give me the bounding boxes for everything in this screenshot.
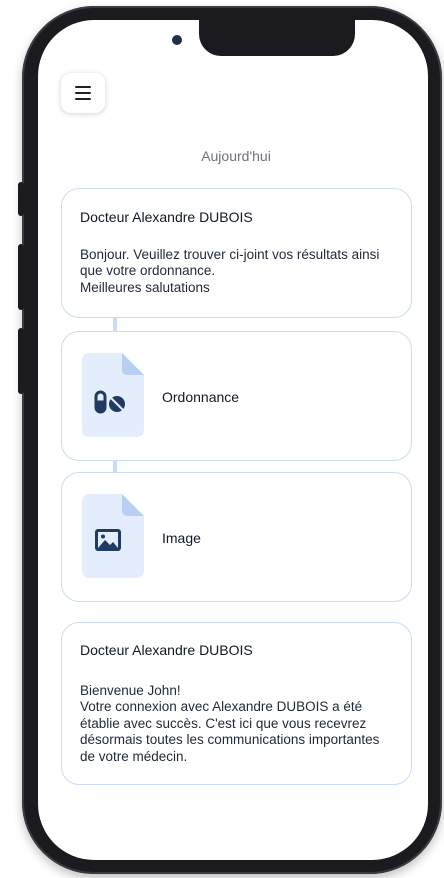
message-sender: Docteur Alexandre DUBOIS (80, 209, 253, 225)
attachment-card-image[interactable]: Image (61, 472, 412, 602)
front-camera (172, 35, 182, 45)
message-card[interactable]: Docteur Alexandre DUBOIS Bonjour. Veuill… (61, 188, 412, 318)
message-card[interactable]: Docteur Alexandre DUBOIS Bienvenue John!… (61, 622, 412, 785)
side-button-mute (18, 182, 24, 216)
menu-button[interactable] (61, 73, 105, 113)
attachment-label: Image (162, 530, 201, 546)
timeline-connector (113, 318, 117, 332)
side-button-volume-up (18, 244, 24, 310)
document-icon (82, 353, 144, 437)
date-separator: Aujourd'hui (201, 148, 271, 164)
attachment-card-ordonnance[interactable]: Ordonnance (61, 331, 412, 461)
message-body: Bonjour. Veuillez trouver ci-joint vos r… (80, 247, 380, 295)
document-icon (82, 494, 144, 578)
message-sender: Docteur Alexandre DUBOIS (80, 642, 253, 658)
side-button-volume-down (18, 328, 24, 394)
notch (199, 20, 355, 56)
message-body: Bienvenue John! Votre connexion avec Ale… (80, 683, 380, 764)
attachment-label: Ordonnance (162, 389, 240, 405)
hamburger-menu-icon (75, 86, 91, 100)
image-icon (95, 529, 121, 551)
